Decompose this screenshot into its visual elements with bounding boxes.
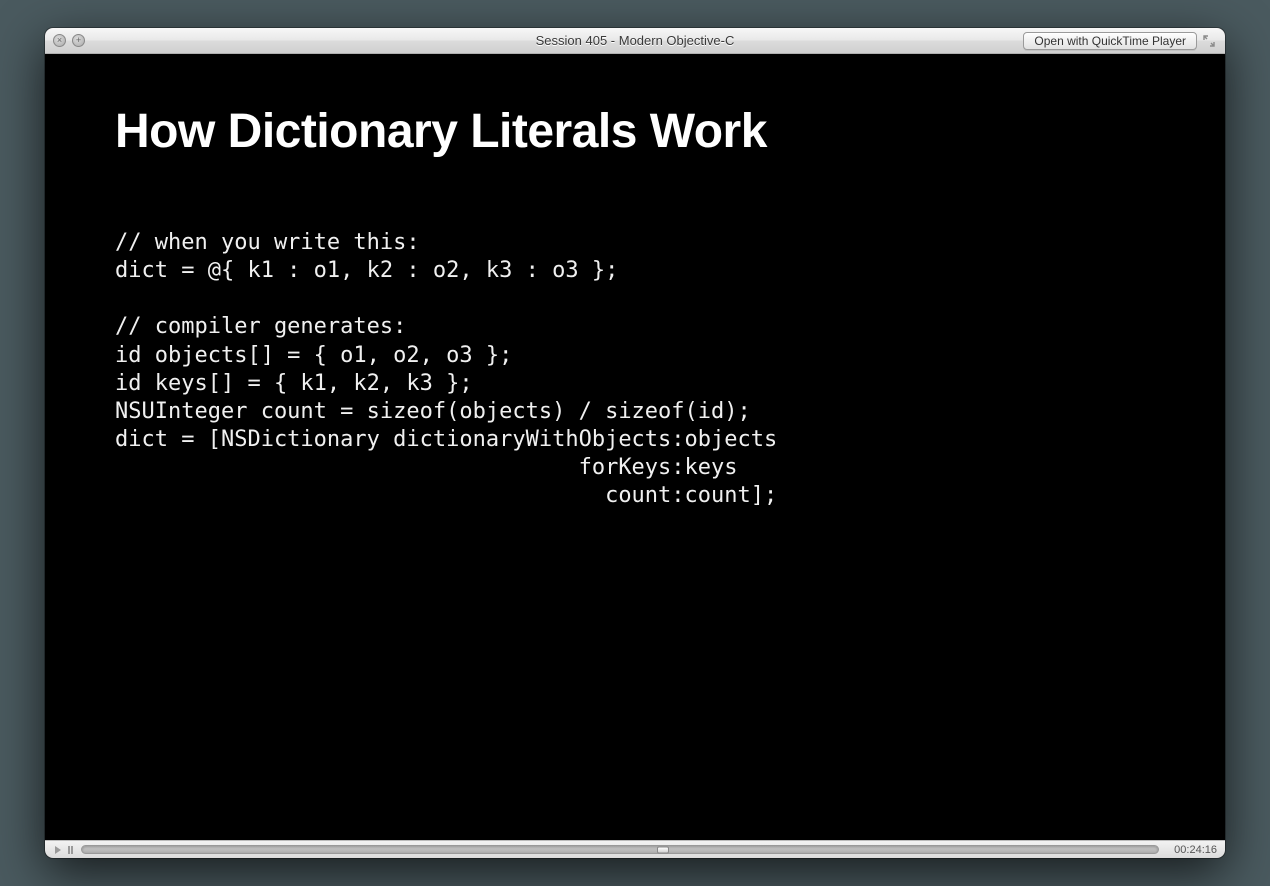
plus-icon: + — [76, 36, 81, 45]
code-block: // when you write this: dict = @{ k1 : o… — [115, 229, 1155, 511]
close-window-button[interactable]: × — [53, 34, 66, 47]
titlebar-right: Open with QuickTime Player — [1023, 32, 1217, 50]
pause-button[interactable] — [66, 845, 75, 855]
play-icon — [55, 846, 61, 854]
fullscreen-icon — [1203, 35, 1215, 47]
minimize-window-button[interactable]: + — [72, 34, 85, 47]
scrubber-thumb[interactable] — [657, 846, 669, 853]
play-button[interactable] — [53, 845, 62, 855]
video-player-window: × + Session 405 - Modern Objective-C Ope… — [45, 28, 1225, 858]
close-icon: × — [57, 36, 62, 45]
window-controls: × + — [53, 34, 85, 47]
slide-title: How Dictionary Literals Work — [115, 104, 1155, 159]
playback-buttons — [53, 845, 75, 855]
pause-icon — [68, 846, 74, 854]
timecode: 00:24:16 — [1165, 844, 1217, 856]
scrubber-track[interactable] — [81, 845, 1159, 854]
fullscreen-button[interactable] — [1201, 33, 1217, 49]
window-titlebar: × + Session 405 - Modern Objective-C Ope… — [45, 28, 1225, 54]
open-with-button[interactable]: Open with QuickTime Player — [1023, 32, 1197, 50]
player-controls: 00:24:16 — [45, 840, 1225, 858]
video-content[interactable]: How Dictionary Literals Work // when you… — [45, 54, 1225, 840]
